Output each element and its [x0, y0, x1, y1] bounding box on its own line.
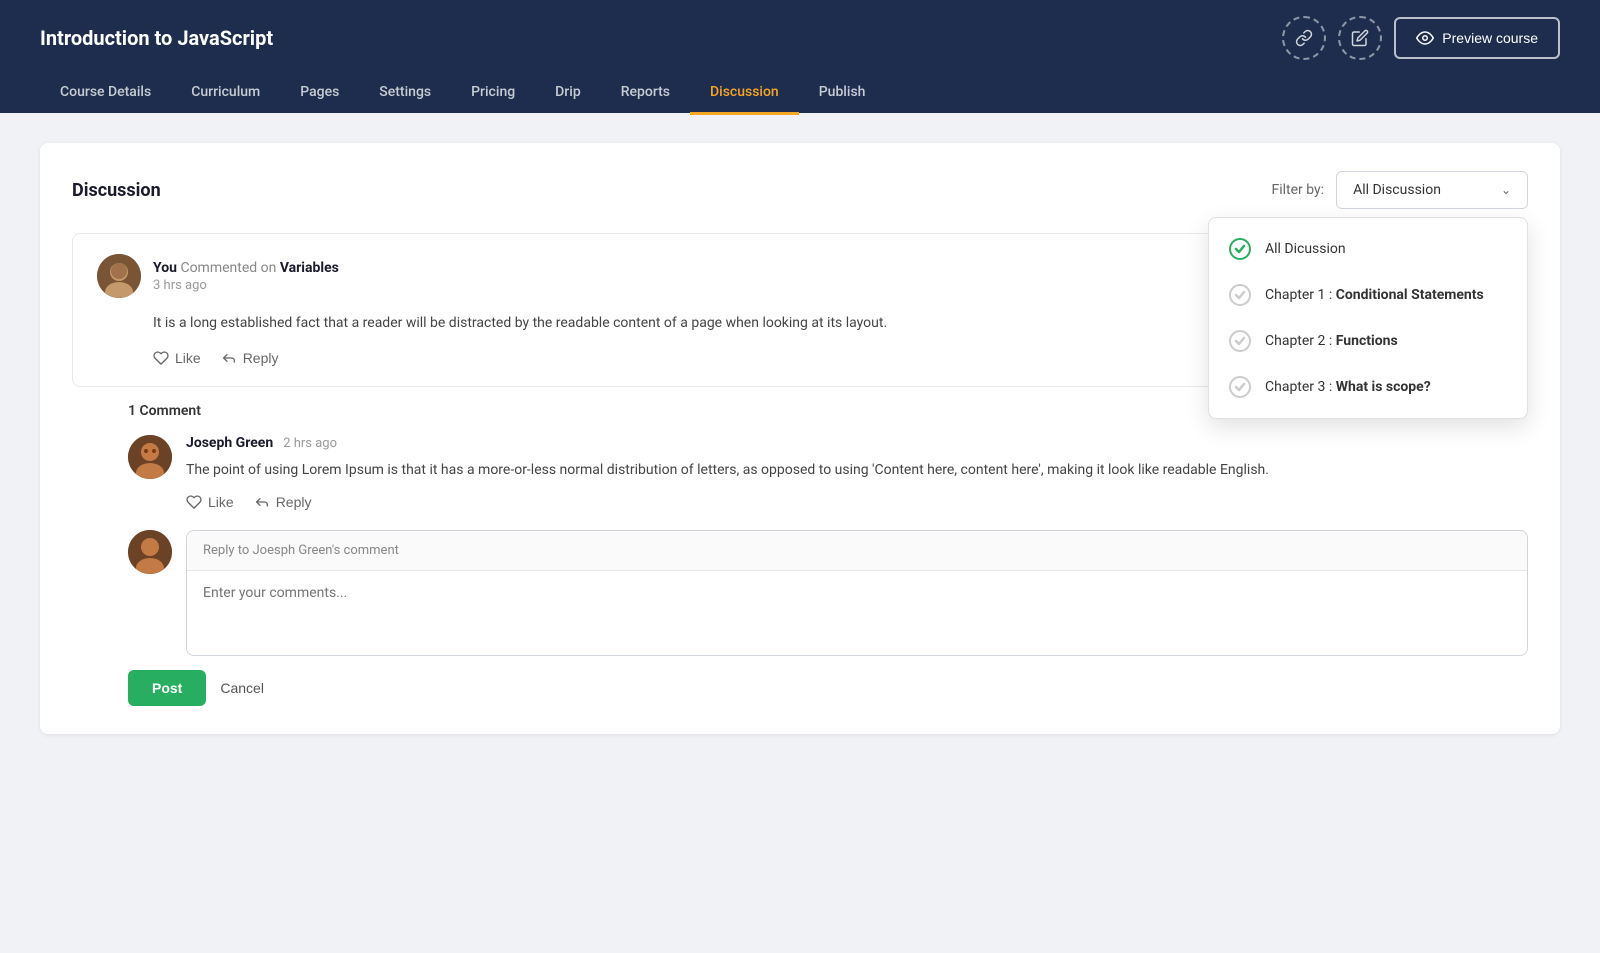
post-username: You	[153, 260, 177, 276]
comment-actions: Like Reply	[186, 494, 1528, 510]
reply-textarea-wrapper: Reply to Joesph Green's comment	[186, 530, 1528, 656]
comment-author-avatar	[128, 435, 172, 479]
course-title: Introduction to JavaScript	[40, 26, 273, 50]
dropdown-item-ch1-label: Chapter 1 : Conditional Statements	[1265, 287, 1484, 303]
dropdown-item-ch3-label: Chapter 3 : What is scope?	[1265, 379, 1431, 395]
comment-time: 2 hrs ago	[283, 436, 337, 451]
filter-area: Filter by: All Discussion ⌄ All Dicussio…	[1272, 171, 1529, 209]
tab-pages[interactable]: Pages	[280, 72, 359, 115]
filter-dropdown[interactable]: All Discussion ⌄	[1336, 171, 1528, 209]
heart-icon	[186, 494, 202, 510]
main-content: Discussion Filter by: All Discussion ⌄ A…	[0, 113, 1600, 764]
check-icon-ch1	[1229, 284, 1251, 306]
cancel-button[interactable]: Cancel	[220, 680, 264, 696]
comment-like-label: Like	[208, 494, 234, 510]
tab-pricing[interactable]: Pricing	[451, 72, 535, 115]
post-button[interactable]: Post	[128, 670, 206, 706]
tab-reports[interactable]: Reports	[601, 72, 690, 115]
comment-like-button[interactable]: Like	[186, 494, 234, 510]
comment-reply-label: Reply	[276, 494, 312, 510]
reply-textarea[interactable]	[187, 571, 1527, 651]
heart-icon	[153, 350, 169, 366]
comments-section: 1 Comment Joseph Green 2 hrs ago	[72, 403, 1528, 509]
check-icon-ch2	[1229, 330, 1251, 352]
post-commented-on: Commented on	[180, 260, 279, 276]
reply-submit-area: Post Cancel	[72, 670, 1528, 706]
filter-dropdown-menu: All Dicussion Chapter 1 : Conditional St…	[1208, 217, 1528, 419]
header-actions: Preview course	[1282, 16, 1560, 60]
check-icon-ch3	[1229, 376, 1251, 398]
tab-drip[interactable]: Drip	[535, 72, 601, 115]
dropdown-item-ch2-label: Chapter 2 : Functions	[1265, 333, 1398, 349]
dropdown-item-ch2[interactable]: Chapter 2 : Functions	[1209, 318, 1527, 364]
post-user-line: You Commented on Variables	[153, 260, 339, 276]
reply-icon	[221, 350, 237, 366]
reply-box: Reply to Joesph Green's comment	[72, 530, 1528, 656]
edit-icon-button[interactable]	[1338, 16, 1382, 60]
tab-course-details[interactable]: Course Details	[40, 72, 171, 115]
post-reply-button[interactable]: Reply	[221, 350, 279, 366]
dropdown-item-ch3[interactable]: Chapter 3 : What is scope?	[1209, 364, 1527, 410]
post-author-avatar	[97, 254, 141, 298]
comment-body: The point of using Lorem Ipsum is that i…	[186, 459, 1528, 481]
reply-author-avatar	[128, 530, 172, 574]
post-author-info: You Commented on Variables 3 hrs ago	[153, 260, 339, 293]
post-like-button[interactable]: Like	[153, 350, 201, 366]
header: Introduction to JavaScript Previ	[0, 0, 1600, 113]
tab-settings[interactable]: Settings	[359, 72, 451, 115]
nav-tabs: Course Details Curriculum Pages Settings…	[40, 70, 1560, 113]
reply-header: Reply to Joesph Green's comment	[187, 531, 1527, 571]
comment-username: Joseph Green	[186, 435, 273, 451]
dropdown-item-all[interactable]: All Dicussion	[1209, 226, 1527, 272]
filter-dropdown-value: All Discussion	[1353, 182, 1441, 198]
tab-discussion[interactable]: Discussion	[690, 72, 799, 115]
comment-reply-button[interactable]: Reply	[254, 494, 312, 510]
reply-icon	[254, 494, 270, 510]
tab-curriculum[interactable]: Curriculum	[171, 72, 280, 115]
preview-course-button[interactable]: Preview course	[1394, 17, 1560, 59]
discussion-header: Discussion Filter by: All Discussion ⌄ A…	[72, 171, 1528, 209]
post-lesson-name: Variables	[280, 260, 339, 276]
post-reply-label: Reply	[243, 350, 279, 366]
discussion-card: Discussion Filter by: All Discussion ⌄ A…	[40, 143, 1560, 734]
discussion-title: Discussion	[72, 180, 161, 201]
comment-meta-line: Joseph Green 2 hrs ago	[186, 435, 1528, 451]
post-time: 3 hrs ago	[153, 278, 339, 293]
comment-item: Joseph Green 2 hrs ago The point of usin…	[128, 435, 1528, 509]
check-icon-all	[1229, 238, 1251, 260]
filter-label: Filter by:	[1272, 182, 1325, 198]
comment-content: Joseph Green 2 hrs ago The point of usin…	[186, 435, 1528, 509]
tab-publish[interactable]: Publish	[799, 72, 886, 115]
post-like-label: Like	[175, 350, 201, 366]
dropdown-item-all-label: All Dicussion	[1265, 241, 1346, 257]
preview-course-label: Preview course	[1442, 30, 1538, 46]
chevron-down-icon: ⌄	[1501, 183, 1511, 197]
dropdown-item-ch1[interactable]: Chapter 1 : Conditional Statements	[1209, 272, 1527, 318]
link-icon-button[interactable]	[1282, 16, 1326, 60]
